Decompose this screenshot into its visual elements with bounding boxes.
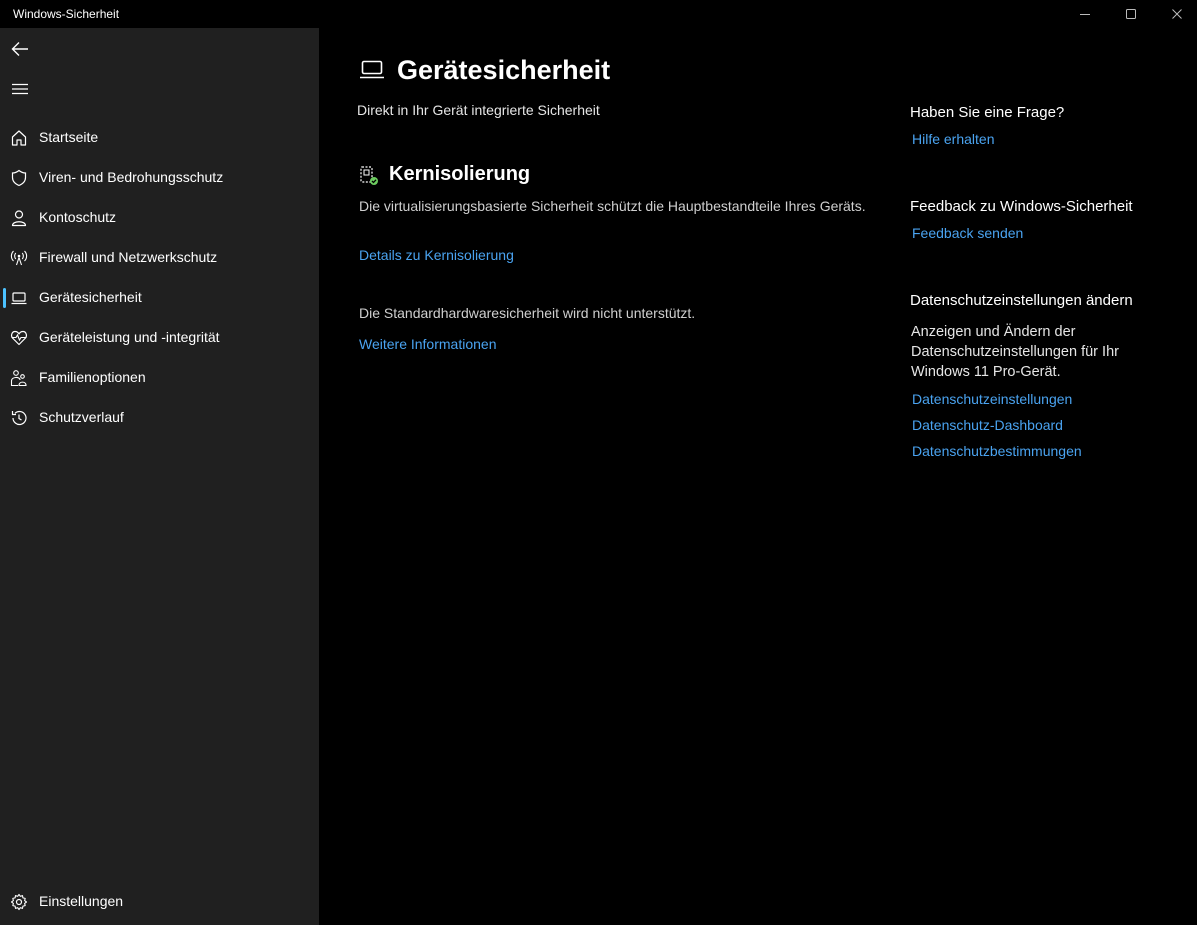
privacy-heading: Datenschutzeinstellungen ändern bbox=[910, 292, 1133, 309]
sidebar-item-label: Einstellungen bbox=[39, 893, 124, 909]
sidebar-item-geraeteleistung[interactable]: Geräteleistung und -integrität bbox=[0, 318, 319, 358]
sidebar-item-label: Familienoptionen bbox=[39, 369, 146, 385]
heart-pulse-icon bbox=[9, 328, 29, 348]
hamburger-icon bbox=[12, 83, 28, 95]
main-content: Gerätesicherheit Direkt in Ihr Gerät int… bbox=[319, 28, 1197, 925]
hardware-security-status: Die Standardhardwaresicherheit wird nich… bbox=[359, 305, 696, 321]
hamburger-menu-button[interactable] bbox=[0, 69, 40, 109]
sidebar-item-geraetesicherheit[interactable]: Gerätesicherheit bbox=[0, 278, 319, 318]
page-subtitle: Direkt in Ihr Gerät integrierte Sicherhe… bbox=[357, 102, 600, 118]
sidebar-item-label: Schutzverlauf bbox=[39, 409, 124, 425]
shield-icon bbox=[9, 168, 29, 188]
laptop-icon bbox=[9, 288, 29, 308]
privacy-settings-link[interactable]: Datenschutzeinstellungen bbox=[912, 391, 1072, 407]
question-heading: Haben Sie eine Frage? bbox=[910, 104, 1065, 121]
sidebar-item-kontoschutz[interactable]: Kontoschutz bbox=[0, 198, 319, 238]
minimize-icon bbox=[1080, 14, 1090, 15]
sidebar-item-startseite[interactable]: Startseite bbox=[0, 118, 319, 158]
privacy-statement-link[interactable]: Datenschutzbestimmungen bbox=[912, 443, 1082, 459]
family-icon bbox=[9, 368, 29, 388]
sidebar-item-familienoptionen[interactable]: Familienoptionen bbox=[0, 358, 319, 398]
core-isolation-description: Die virtualisierungsbasierte Sicherheit … bbox=[359, 198, 866, 214]
sidebar-item-label: Geräteleistung und -integrität bbox=[39, 329, 220, 345]
title-bar: Windows-Sicherheit bbox=[0, 0, 1197, 28]
maximize-button[interactable] bbox=[1108, 0, 1154, 28]
core-isolation-details-link[interactable]: Details zu Kernisolierung bbox=[359, 247, 514, 263]
feedback-link[interactable]: Feedback senden bbox=[912, 225, 1023, 241]
more-information-link[interactable]: Weitere Informationen bbox=[359, 336, 496, 352]
back-button[interactable] bbox=[0, 29, 40, 69]
antenna-icon bbox=[9, 248, 29, 268]
core-isolation-title: Kernisolierung bbox=[389, 163, 531, 185]
window-title: Windows-Sicherheit bbox=[13, 7, 120, 21]
sidebar-item-einstellungen[interactable]: Einstellungen bbox=[0, 882, 319, 922]
close-icon bbox=[1172, 9, 1182, 19]
sidebar: Startseite Viren- und Bedrohungsschutz K… bbox=[0, 28, 319, 925]
page-title: Gerätesicherheit bbox=[397, 55, 611, 85]
minimize-button[interactable] bbox=[1062, 0, 1108, 28]
sidebar-item-firewall[interactable]: Firewall und Netzwerkschutz bbox=[0, 238, 319, 278]
history-icon bbox=[9, 408, 29, 428]
sidebar-item-label: Kontoschutz bbox=[39, 209, 117, 225]
sidebar-item-virenschutz[interactable]: Viren- und Bedrohungsschutz bbox=[0, 158, 319, 198]
app-window: Windows-Sicherheit Startseite Viren- und… bbox=[0, 0, 1197, 925]
back-arrow-icon bbox=[11, 42, 28, 56]
person-icon bbox=[9, 208, 29, 228]
core-isolation-icon bbox=[359, 164, 379, 186]
sidebar-item-label: Startseite bbox=[39, 129, 99, 145]
sidebar-item-label: Firewall und Netzwerkschutz bbox=[39, 249, 218, 265]
gear-icon bbox=[9, 892, 29, 912]
privacy-dashboard-link[interactable]: Datenschutz-Dashboard bbox=[912, 417, 1063, 433]
selection-indicator bbox=[3, 288, 6, 308]
sidebar-item-schutzverlauf[interactable]: Schutzverlauf bbox=[0, 398, 319, 438]
maximize-icon bbox=[1126, 9, 1136, 19]
home-icon bbox=[9, 128, 29, 148]
close-button[interactable] bbox=[1154, 0, 1197, 28]
sidebar-item-label: Viren- und Bedrohungsschutz bbox=[39, 169, 224, 185]
help-link[interactable]: Hilfe erhalten bbox=[912, 131, 995, 147]
privacy-description: Anzeigen und Ändern der Datenschutzeinst… bbox=[911, 324, 1119, 380]
laptop-icon bbox=[359, 58, 385, 82]
feedback-heading: Feedback zu Windows-Sicherheit bbox=[910, 198, 1133, 215]
sidebar-item-label: Gerätesicherheit bbox=[39, 289, 142, 305]
